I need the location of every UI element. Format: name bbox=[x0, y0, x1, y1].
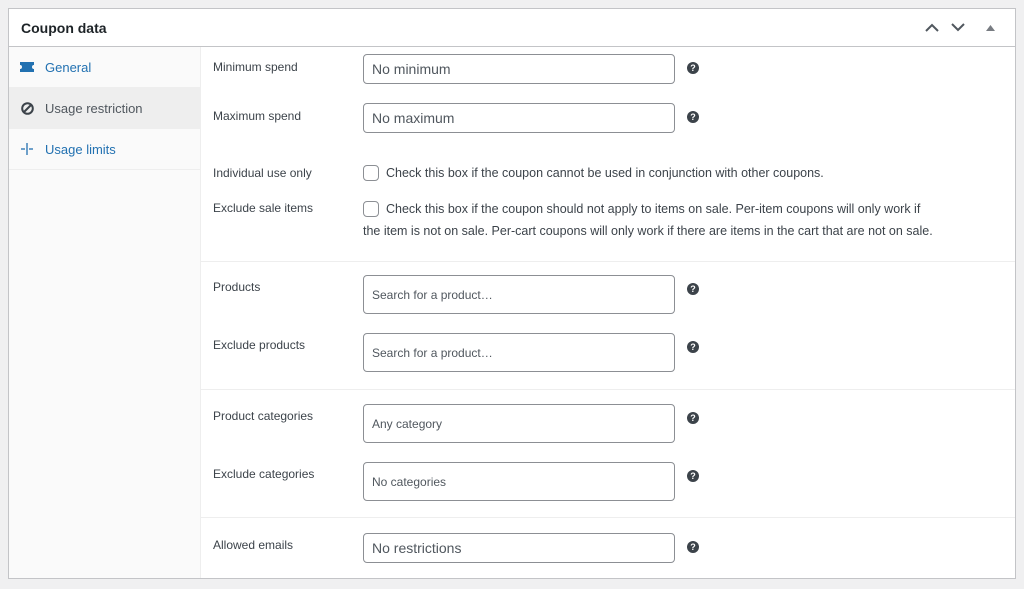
help-icon: ? bbox=[687, 470, 699, 482]
tab-usage-limits[interactable]: Usage limits bbox=[9, 129, 200, 170]
products-row: Products Search for a product… ? bbox=[201, 275, 1015, 333]
ticket-icon bbox=[19, 59, 35, 75]
maximum-spend-label: Maximum spend bbox=[213, 109, 302, 123]
products-select[interactable]: Search for a product… bbox=[363, 275, 675, 314]
product-categories-row: Product categories Any category ? bbox=[201, 404, 1015, 462]
help-icon: ? bbox=[687, 341, 699, 353]
product-categories-select[interactable]: Any category bbox=[363, 404, 675, 443]
exclude-categories-row: Exclude categories No categories ? bbox=[201, 462, 1015, 501]
exclude-sale-items-checkbox[interactable] bbox=[363, 201, 379, 217]
spend-group: Minimum spend No minimum ? Maximum spend… bbox=[201, 47, 1015, 262]
individual-use-description: Check this box if the coupon cannot be u… bbox=[386, 165, 824, 180]
block-icon bbox=[19, 100, 35, 116]
product-categories-label: Product categories bbox=[213, 409, 314, 423]
tab-usage-restriction[interactable]: Usage restriction bbox=[9, 88, 200, 129]
exclude-products-row: Exclude products Search for a product… ? bbox=[201, 333, 1015, 372]
maximum-spend-input[interactable]: No maximum bbox=[363, 103, 675, 133]
help-icon: ? bbox=[687, 541, 699, 553]
individual-use-row: Individual use only Check this box if th… bbox=[201, 151, 1015, 194]
products-label: Products bbox=[213, 280, 261, 294]
individual-use-label: Individual use only bbox=[213, 165, 312, 180]
allowed-emails-input[interactable]: No restrictions bbox=[363, 533, 675, 563]
chevron-down-icon bbox=[951, 23, 965, 32]
sidebar: General Usage restriction Usage limits bbox=[9, 47, 201, 578]
tab-label: Usage restriction bbox=[45, 100, 143, 116]
usage-restriction-content: Minimum spend No minimum ? Maximum spend… bbox=[201, 47, 1015, 578]
exclude-sale-items-description-cont: the item is not on sale. Per-cart coupon… bbox=[363, 224, 933, 238]
exclude-sale-items-description: Check this box if the coupon should not … bbox=[386, 202, 921, 216]
maximum-spend-row: Maximum spend No maximum ? bbox=[201, 103, 1015, 151]
minimum-spend-input[interactable]: No minimum bbox=[363, 54, 675, 84]
exclude-products-label: Exclude products bbox=[213, 338, 306, 352]
collapse-button[interactable] bbox=[977, 15, 1003, 41]
minimum-spend-label: Minimum spend bbox=[213, 60, 298, 74]
panel-header: Coupon data bbox=[9, 9, 1015, 47]
exclude-sale-items-row: Exclude sale items Check this box if the… bbox=[201, 194, 1015, 242]
categories-group: Product categories Any category ? Exclud… bbox=[201, 390, 1015, 518]
tab-label: Usage limits bbox=[45, 141, 116, 157]
individual-use-checkbox[interactable] bbox=[363, 164, 379, 181]
coupon-data-panel: Coupon data General Usage restriction Us… bbox=[8, 8, 1016, 579]
minimum-spend-row: Minimum spend No minimum ? bbox=[201, 54, 1015, 103]
triangle-up-icon bbox=[985, 24, 995, 31]
emails-group: Allowed emails No restrictions ? bbox=[201, 518, 1015, 568]
help-icon: ? bbox=[687, 412, 699, 424]
exclude-categories-select[interactable]: No categories bbox=[363, 462, 675, 501]
exclude-sale-items-label: Exclude sale items bbox=[213, 201, 314, 215]
products-group: Products Search for a product… ? Exclude… bbox=[201, 262, 1015, 390]
help-icon: ? bbox=[687, 62, 699, 74]
tab-label: General bbox=[45, 59, 92, 75]
move-up-button[interactable] bbox=[919, 15, 945, 41]
exclude-products-select[interactable]: Search for a product… bbox=[363, 333, 675, 372]
panel-title: Coupon data bbox=[21, 19, 107, 36]
allowed-emails-label: Allowed emails bbox=[213, 538, 294, 552]
exclude-categories-label: Exclude categories bbox=[213, 467, 315, 481]
allowed-emails-row: Allowed emails No restrictions ? bbox=[201, 533, 1015, 563]
limits-icon bbox=[19, 141, 35, 157]
tab-general[interactable]: General bbox=[9, 47, 200, 88]
help-icon: ? bbox=[687, 283, 699, 295]
move-down-button[interactable] bbox=[945, 15, 971, 41]
chevron-up-icon bbox=[925, 23, 939, 32]
help-icon: ? bbox=[687, 111, 699, 123]
